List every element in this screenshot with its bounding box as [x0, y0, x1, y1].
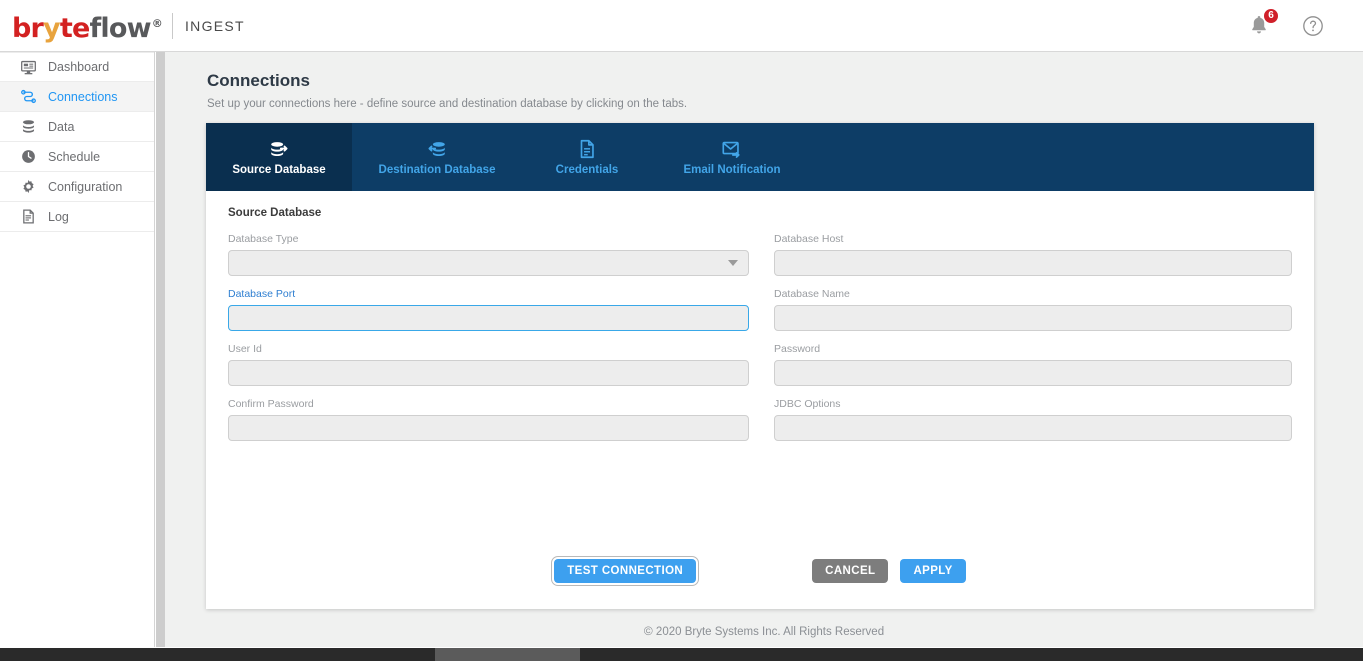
tab-label: Email Notification — [683, 164, 781, 176]
connections-icon — [20, 88, 37, 105]
top-bar-actions: 6 — [1247, 7, 1325, 39]
app-name: INGEST — [184, 17, 245, 34]
field-database-port: Database Port — [228, 288, 749, 331]
field-label: Database Name — [774, 288, 850, 300]
clock-icon — [20, 148, 37, 165]
vertical-scrollbar[interactable] — [156, 52, 165, 647]
field-label: JDBC Options — [774, 398, 841, 410]
jdbc-options-input[interactable] — [774, 415, 1292, 441]
field-label: Password — [774, 343, 821, 355]
sidebar-item-label: Configuration — [48, 179, 123, 194]
sidebar-item-label: Schedule — [48, 149, 101, 164]
footer: © 2020 Bryte Systems Inc. All Rights Res… — [165, 624, 1363, 638]
sidebar-item-log[interactable]: Log — [0, 202, 154, 232]
tab-source-database[interactable]: Source Database — [206, 123, 352, 191]
user-id-input[interactable] — [228, 360, 749, 386]
sidebar-item-label: Data — [48, 119, 75, 134]
sidebar-item-label: Dashboard — [48, 60, 110, 74]
field-label: Database Host — [774, 233, 844, 245]
tab-credentials[interactable]: Credentials — [522, 123, 652, 191]
notification-badge: 6 — [1263, 7, 1279, 24]
help-circle-icon — [1303, 15, 1323, 36]
main-content: Connections Set up your connections here… — [165, 52, 1363, 647]
field-label: Database Port — [228, 288, 296, 300]
apply-button[interactable]: APPLY — [900, 559, 966, 583]
field-database-host: Database Host — [774, 233, 1292, 276]
form-grid: Database Type Database Host Database Por… — [228, 233, 1292, 441]
top-bar: bryteflow® INGEST 6 — [0, 0, 1363, 52]
test-connection-button[interactable]: TEST CONNECTION — [551, 556, 700, 586]
tab-label: Destination Database — [378, 164, 496, 176]
chevron-down-icon — [728, 260, 738, 266]
connections-card: Source Database Destination Database Cre… — [206, 123, 1314, 609]
field-confirm-password: Confirm Password — [228, 398, 749, 441]
tab-bar: Source Database Destination Database Cre… — [206, 123, 1314, 191]
sidebar-item-data[interactable]: Data — [0, 112, 154, 142]
brand-logo[interactable]: bryteflow® INGEST — [12, 9, 245, 43]
source-database-form: Source Database Database Type Database H… — [206, 191, 1314, 609]
field-label: Confirm Password — [228, 398, 314, 410]
logo-wordmark: bryteflow® — [12, 9, 163, 44]
email-notification-icon — [721, 138, 743, 160]
notifications-button[interactable]: 6 — [1247, 7, 1279, 39]
destination-database-icon — [426, 138, 448, 160]
form-section-title: Source Database — [228, 207, 322, 219]
source-database-icon — [268, 138, 290, 160]
logo-divider — [171, 12, 173, 39]
sidebar-item-dashboard[interactable]: Dashboard — [0, 52, 154, 82]
credentials-document-icon — [576, 138, 598, 160]
sidebar-item-configuration[interactable]: Configuration — [0, 172, 154, 202]
tab-email-notification[interactable]: Email Notification — [652, 123, 812, 191]
database-type-select[interactable] — [228, 250, 749, 276]
field-label: User Id — [228, 343, 262, 355]
vertical-scrollbar-thumb[interactable] — [156, 52, 165, 647]
dashboard-icon — [20, 59, 37, 76]
horizontal-scrollbar-thumb[interactable] — [435, 648, 580, 661]
field-user-id: User Id — [228, 343, 749, 386]
tab-label: Source Database — [232, 164, 326, 176]
database-icon — [20, 118, 37, 135]
page-subtitle: Set up your connections here - define so… — [207, 98, 688, 110]
sidebar-item-schedule[interactable]: Schedule — [0, 142, 154, 172]
tab-destination-database[interactable]: Destination Database — [352, 123, 522, 191]
gear-icon — [20, 178, 37, 195]
logo-letter-b: b — [12, 12, 31, 44]
horizontal-scrollbar-track-left — [0, 648, 155, 661]
cancel-button[interactable]: CANCEL — [812, 559, 889, 583]
field-label: Database Type — [228, 233, 299, 245]
sidebar: Dashboard Connections Data Schedule Conf… — [0, 52, 155, 647]
footer-text: 2020 Bryte Systems Inc. All Rights Reser… — [655, 626, 885, 638]
form-actions: TEST CONNECTION CANCEL APPLY — [206, 556, 1314, 586]
logo-letters-te: te — [59, 12, 90, 44]
sidebar-item-connections[interactable]: Connections — [0, 82, 154, 112]
registered-trademark-icon: ® — [151, 16, 163, 30]
document-icon — [20, 208, 37, 225]
database-port-input[interactable] — [228, 305, 749, 331]
logo-letter-y: y — [43, 12, 61, 44]
database-name-input[interactable] — [774, 305, 1292, 331]
database-host-input[interactable] — [774, 250, 1292, 276]
logo-letters-flow: flow — [89, 12, 151, 44]
confirm-password-input[interactable] — [228, 415, 749, 441]
copyright-icon: © — [643, 624, 653, 638]
password-input[interactable] — [774, 360, 1292, 386]
field-password: Password — [774, 343, 1292, 386]
page-title: Connections — [207, 71, 310, 90]
horizontal-scrollbar[interactable] — [0, 648, 1363, 661]
logo-letter-r: r — [30, 12, 44, 44]
field-jdbc-options: JDBC Options — [774, 398, 1292, 441]
field-database-type: Database Type — [228, 233, 749, 276]
sidebar-item-label: Log — [48, 209, 69, 224]
help-button[interactable] — [1301, 14, 1325, 38]
tab-label: Credentials — [555, 164, 619, 176]
sidebar-item-label: Connections — [48, 89, 118, 104]
field-database-name: Database Name — [774, 288, 1292, 331]
